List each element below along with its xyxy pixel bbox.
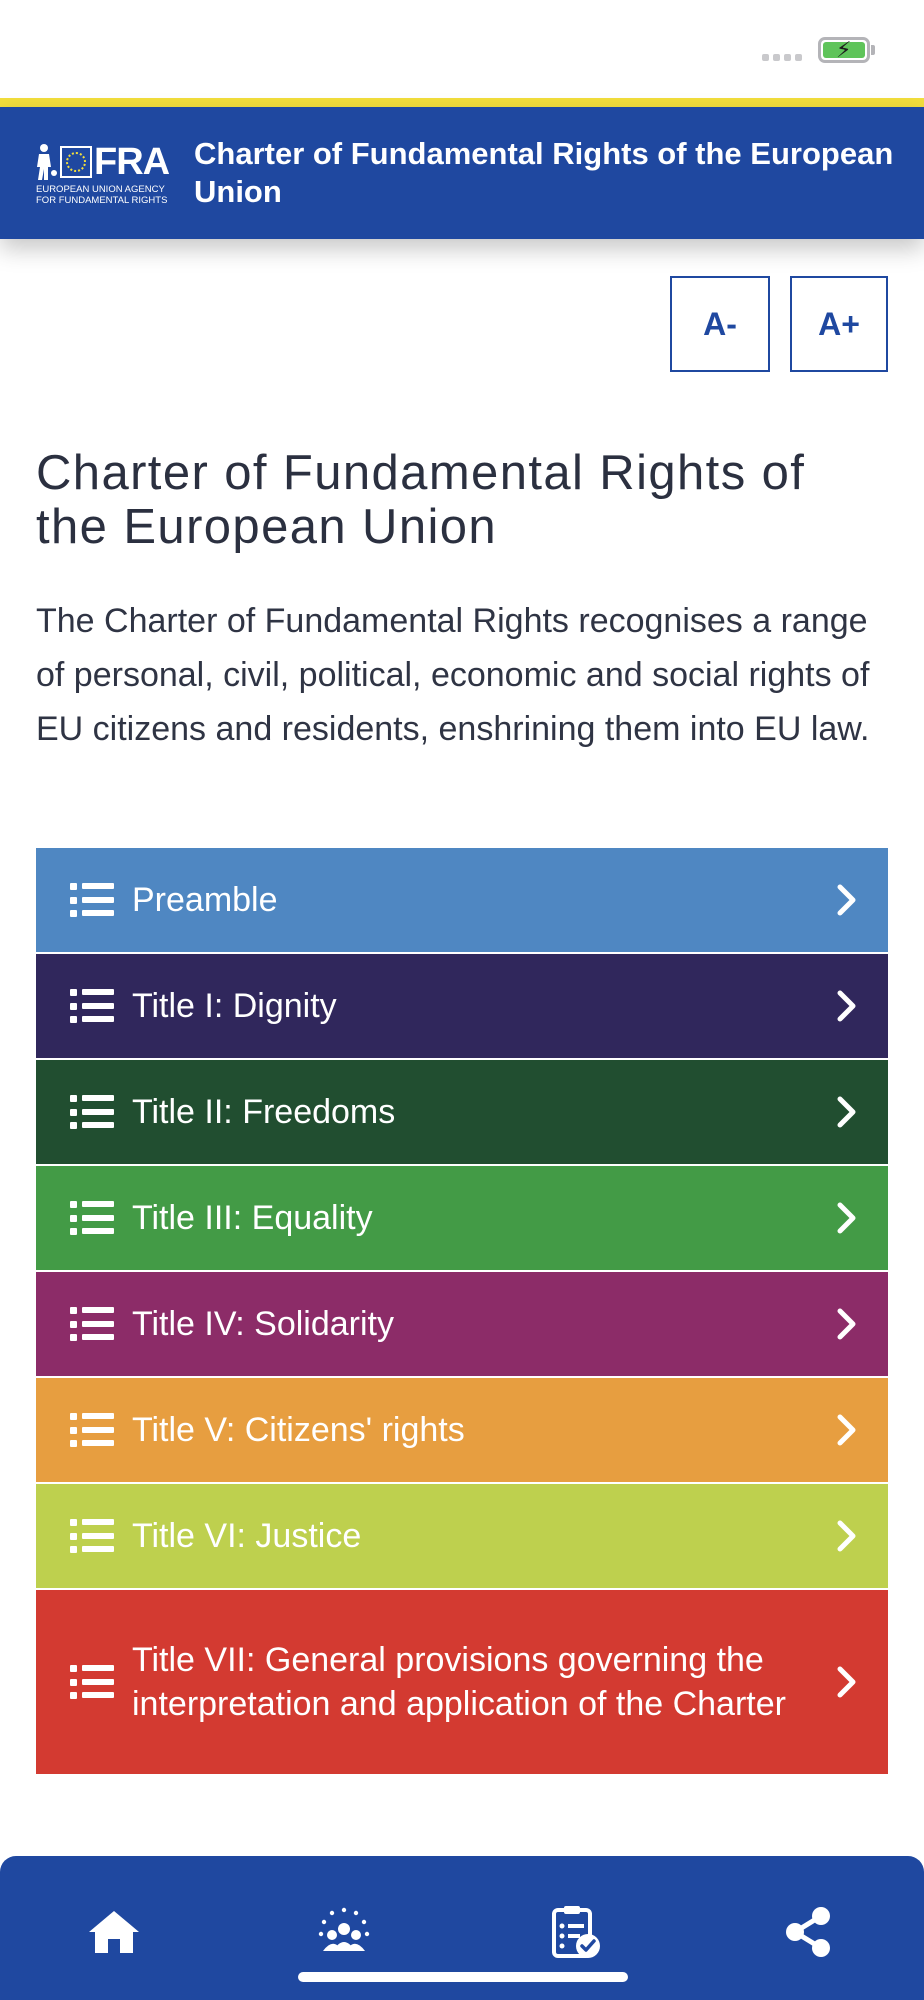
logo-subtitle: EUROPEAN UNION AGENCY [36,184,165,195]
person-figure-icon [37,144,57,180]
menu-item-label: Preamble [132,881,278,919]
menu-item-equality[interactable]: Title III: Equality [36,1166,888,1270]
page-title: Charter of Fundamental Rights of the Eur… [36,446,806,554]
menu-item-label: Title I: Dignity [132,987,337,1025]
header-title: Charter of Fundamental Rights of the Eur… [194,136,894,209]
decrease-font-button[interactable]: A- [670,276,770,372]
charter-menu: Preamble Title I: Dignity Title II: Free… [36,848,888,1776]
chevron-right-icon [837,1414,856,1446]
increase-font-button[interactable]: A+ [790,276,888,372]
list-icon [70,883,114,917]
chevron-right-icon [837,1666,856,1698]
chevron-right-icon [837,990,856,1022]
list-icon [70,1519,114,1553]
menu-item-freedoms[interactable]: Title II: Freedoms [36,1060,888,1164]
menu-item-dignity[interactable]: Title I: Dignity [36,954,888,1058]
menu-item-label: Title V: Citizens' rights [132,1411,465,1449]
chevron-right-icon [837,1096,856,1128]
menu-item-solidarity[interactable]: Title IV: Solidarity [36,1272,888,1376]
battery-icon: ⚡ [818,37,870,63]
intro-text: The Charter of Fundamental Rights recogn… [36,602,870,748]
status-bar: ⚡ [0,0,924,98]
menu-item-citizens-rights[interactable]: Title V: Citizens' rights [36,1378,888,1482]
nav-share-button[interactable] [778,1902,838,1962]
menu-item-preamble[interactable]: Preamble [36,848,888,952]
home-indicator [298,1972,628,1982]
menu-item-justice[interactable]: Title VI: Justice [36,1484,888,1588]
chevron-right-icon [837,884,856,916]
menu-item-label: Title II: Freedoms [132,1093,396,1131]
signal-icon [762,54,802,61]
logo-word: FRA [94,141,170,183]
chevron-right-icon [837,1308,856,1340]
list-icon [70,1413,114,1447]
home-icon [89,1911,139,1953]
list-icon [70,1095,114,1129]
share-icon [786,1907,830,1957]
menu-item-label: Title III: Equality [132,1199,373,1237]
eu-stars-icon [60,146,92,178]
header-accent-bar [0,98,924,107]
list-icon [70,1665,114,1699]
app-header: FRA EUROPEAN UNION AGENCY FOR FUNDAMENTA… [0,107,924,239]
menu-item-label: Title VII: General provisions governing … [132,1641,786,1723]
list-icon [70,1307,114,1341]
community-icon [318,1907,370,1951]
checklist-icon [552,1906,600,1958]
chevron-right-icon [837,1520,856,1552]
logo-subtitle: FOR FUNDAMENTAL RIGHTS [36,195,168,206]
list-icon [70,989,114,1023]
nav-checklist-button[interactable] [546,1902,606,1962]
menu-item-label: Title IV: Solidarity [132,1305,395,1343]
fra-logo[interactable]: FRA EUROPEAN UNION AGENCY FOR FUNDAMENTA… [36,142,178,206]
list-icon [70,1201,114,1235]
menu-item-label: Title VI: Justice [132,1517,362,1555]
chevron-right-icon [837,1202,856,1234]
nav-home-button[interactable] [84,1902,144,1962]
menu-item-general-provisions[interactable]: Title VII: General provisions governing … [36,1590,888,1774]
nav-community-button[interactable] [314,1902,374,1962]
